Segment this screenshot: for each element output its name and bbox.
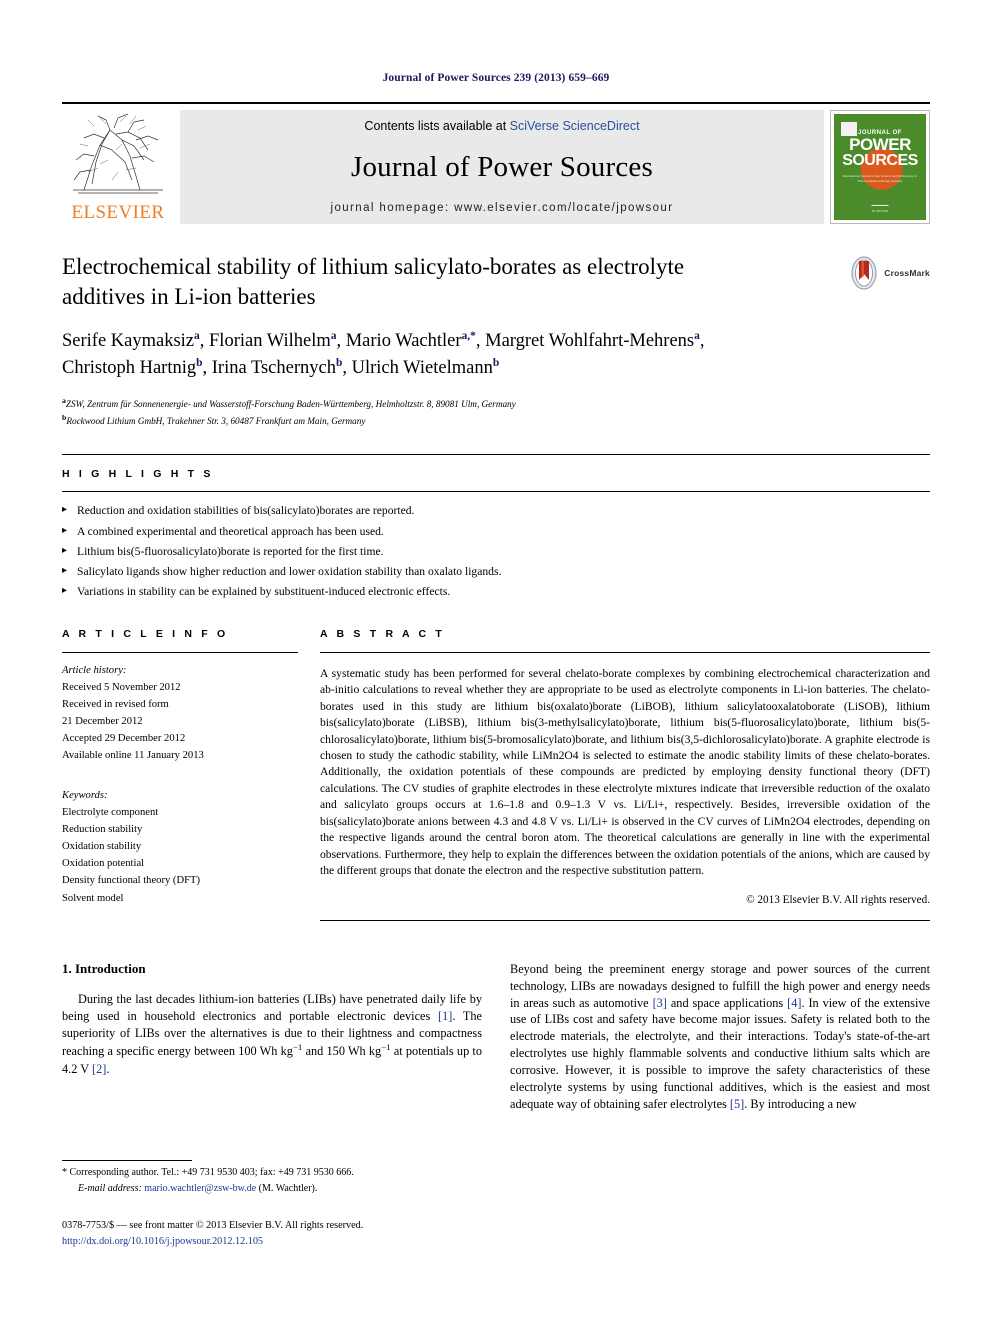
highlights-rule-bottom bbox=[62, 480, 930, 493]
keyword-item: Reduction stability bbox=[62, 823, 143, 835]
keyword-item: Oxidation potential bbox=[62, 858, 145, 870]
journal-cover-thumbnail: JOURNAL OF POWER SOURCES International j… bbox=[830, 110, 930, 224]
footnote-line-1: * Corresponding author. Tel.: +49 731 95… bbox=[62, 1167, 354, 1178]
history-item: Received in revised form bbox=[62, 699, 169, 710]
journal-title: Journal of Power Sources bbox=[351, 151, 653, 183]
cover-power-text: POWER bbox=[849, 135, 911, 154]
author-line-2: Christoph Hartnigb, Irina Tschernychb, U… bbox=[62, 356, 500, 378]
keywords-label: Keywords: bbox=[62, 789, 108, 801]
email-suffix: (M. Wachtler). bbox=[258, 1182, 318, 1194]
cover-footer-mark: ▬▬▬▬▬ ELSEVIER bbox=[871, 203, 889, 213]
citation-5[interactable]: [5] bbox=[730, 1097, 744, 1111]
masthead-center: Contents lists available at SciVerse Sci… bbox=[180, 110, 824, 224]
elsevier-logo: ELSEVIER bbox=[62, 110, 174, 224]
body-columns: 1. Introduction During the last decades … bbox=[62, 961, 930, 1114]
journal-masthead: ELSEVIER Contents lists available at Sci… bbox=[62, 102, 930, 224]
highlights-section: H I G H L I G H T S Reduction and oxidat… bbox=[62, 454, 930, 602]
article-info-heading: A R T I C L E I N F O bbox=[62, 627, 229, 640]
article-info-rule bbox=[62, 651, 298, 653]
highlights-rule-top: H I G H L I G H T S bbox=[62, 454, 930, 480]
doi-link[interactable]: http://dx.doi.org/10.1016/j.jpowsour.201… bbox=[62, 1234, 562, 1250]
page-title: Electrochemical stability of lithium sal… bbox=[62, 254, 685, 309]
body-left-column: 1. Introduction During the last decades … bbox=[62, 961, 482, 1114]
list-item: Variations in stability can be explained… bbox=[62, 582, 930, 602]
section-title-introduction: 1. Introduction bbox=[62, 960, 146, 976]
abstract-copyright: © 2013 Elsevier B.V. All rights reserved… bbox=[746, 893, 930, 906]
cover-sources-text: SOURCES bbox=[842, 152, 918, 170]
highlights-heading: H I G H L I G H T S bbox=[62, 468, 214, 481]
citation-3[interactable]: [3] bbox=[653, 996, 667, 1010]
list-item: Salicylato ligands show higher reduction… bbox=[62, 562, 930, 582]
keyword-item: Solvent model bbox=[62, 892, 124, 904]
citation-4[interactable]: [4] bbox=[787, 996, 801, 1010]
affiliation-b: bRockwood Lithium GmbH, Trakehner Str. 3… bbox=[62, 412, 366, 426]
contents-prefix: Contents lists available at bbox=[364, 119, 510, 133]
article-info-column: A R T I C L E I N F O Article history: R… bbox=[62, 628, 320, 921]
cover-elsevier-mark bbox=[841, 122, 857, 136]
running-head: Journal of Power Sources 239 (2013) 659–… bbox=[382, 72, 610, 84]
elsevier-wordmark: ELSEVIER bbox=[71, 202, 165, 223]
citation-2[interactable]: [2] bbox=[92, 1062, 106, 1076]
info-abstract-row: A R T I C L E I N F O Article history: R… bbox=[62, 628, 930, 921]
email-address-label: E-mail address: bbox=[78, 1182, 142, 1194]
highlights-list: Reduction and oxidation stabilities of b… bbox=[62, 501, 930, 602]
history-item: Available online 11 January 2013 bbox=[62, 750, 204, 762]
article-history-label: Article history: bbox=[62, 664, 127, 676]
body-right-column: Beyond being the preeminent energy stora… bbox=[510, 961, 930, 1114]
affiliation-a-text: ZSW, Zentrum für Sonnenenergie- und Wass… bbox=[65, 398, 516, 409]
history-item: Accepted 29 December 2012 bbox=[62, 733, 186, 745]
crossmark-label: CrossMark bbox=[884, 268, 930, 278]
intro-paragraph-right: Beyond being the preeminent energy stora… bbox=[510, 961, 930, 1112]
abstract-bottom-rule bbox=[320, 919, 930, 921]
corresponding-author-footnote: * Corresponding author. Tel.: +49 731 95… bbox=[62, 1160, 467, 1196]
history-item: Received 5 November 2012 bbox=[62, 681, 181, 693]
crossmark-badge[interactable]: CrossMark bbox=[847, 256, 930, 290]
list-item: A combined experimental and theoretical … bbox=[62, 522, 930, 542]
contents-available-line: Contents lists available at SciVerse Sci… bbox=[364, 119, 639, 133]
citation-1[interactable]: [1] bbox=[438, 1009, 452, 1023]
history-item: 21 December 2012 bbox=[62, 716, 143, 728]
list-item: Reduction and oxidation stabilities of b… bbox=[62, 501, 930, 521]
author-list: Serife Kaymaksiza, Florian Wilhelma, Mar… bbox=[62, 328, 930, 382]
article-history: Article history: Received 5 November 201… bbox=[62, 662, 298, 765]
affiliation-a: aZSW, Zentrum für Sonnenenergie- und Was… bbox=[62, 395, 516, 409]
footnote-divider bbox=[62, 1160, 192, 1161]
author-line-1: Serife Kaymaksiza, Florian Wilhelma, Mar… bbox=[62, 329, 705, 351]
list-item: Lithium bis(5-fluorosalicylato)borate is… bbox=[62, 542, 930, 562]
abstract-text: A systematic study has been performed fo… bbox=[320, 666, 930, 878]
sciencedirect-link[interactable]: SciVerse ScienceDirect bbox=[510, 119, 640, 133]
issn-copyright-line: 0378-7753/$ — see front matter © 2013 El… bbox=[62, 1220, 364, 1231]
title-row: Electrochemical stability of lithium sal… bbox=[62, 224, 930, 312]
affiliations: aZSW, Zentrum für Sonnenenergie- und Was… bbox=[62, 395, 930, 429]
page-footer: 0378-7753/$ — see front matter © 2013 El… bbox=[62, 1218, 562, 1251]
keyword-item: Oxidation stability bbox=[62, 841, 142, 853]
keyword-item: Density functional theory (DFT) bbox=[62, 875, 200, 887]
keywords-block: Keywords: Electrolyte component Reductio… bbox=[62, 787, 298, 907]
cover-tagline: International journal on the Science and… bbox=[842, 174, 918, 184]
abstract-rule bbox=[320, 651, 930, 653]
crossmark-icon bbox=[851, 256, 877, 290]
affiliation-b-text: Rockwood Lithium GmbH, Trakehner Str. 3,… bbox=[66, 415, 366, 426]
elsevier-tree-icon bbox=[73, 113, 163, 194]
keyword-item: Electrolyte component bbox=[62, 806, 159, 818]
intro-paragraph-left: During the last decades lithium-ion batt… bbox=[62, 991, 483, 1076]
corresponding-email-link[interactable]: mario.wachtler@zsw-bw.de bbox=[144, 1183, 256, 1194]
paper-page: Journal of Power Sources 239 (2013) 659–… bbox=[0, 0, 992, 1323]
footnote-email-line: E-mail address: mario.wachtler@zsw-bw.de… bbox=[62, 1181, 467, 1197]
abstract-column: A B S T R A C T A systematic study has b… bbox=[320, 628, 930, 921]
journal-homepage-link[interactable]: journal homepage: www.elsevier.com/locat… bbox=[331, 202, 674, 214]
abstract-heading: A B S T R A C T bbox=[320, 627, 445, 640]
